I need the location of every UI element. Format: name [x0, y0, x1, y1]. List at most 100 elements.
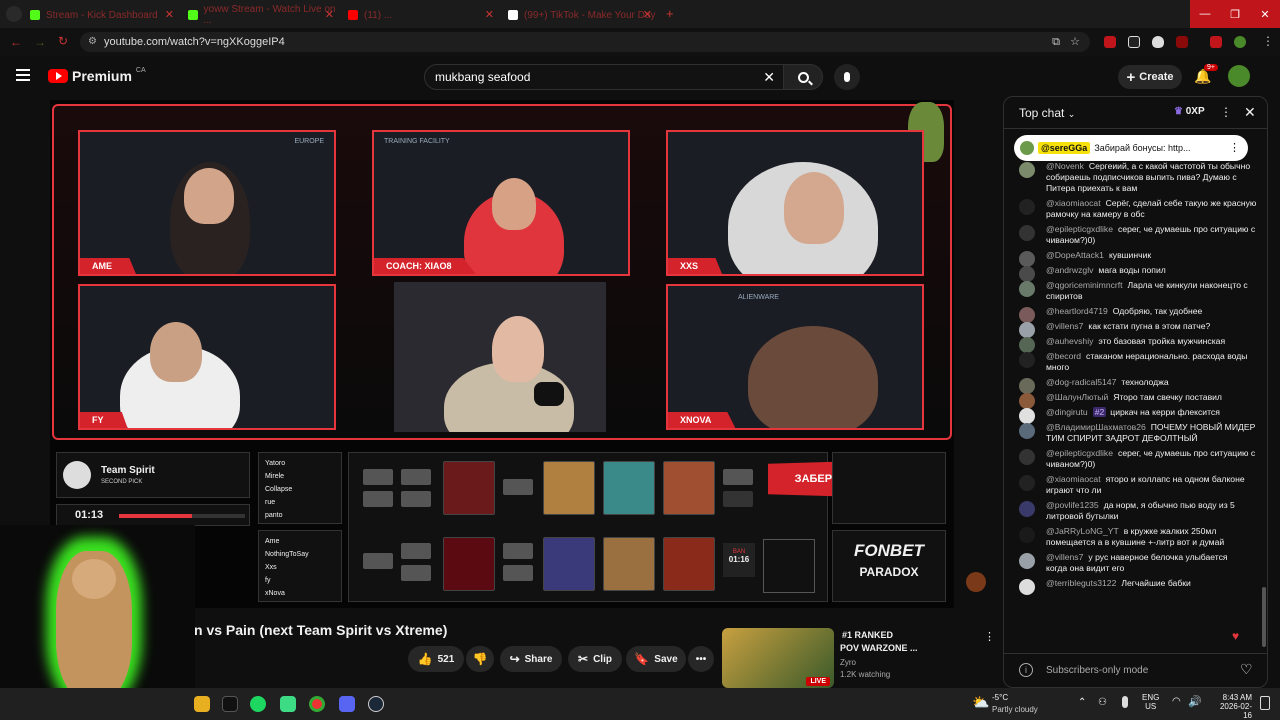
chat-message[interactable]: @povlife1235 да норм, я обычно пью воду и…: [1004, 498, 1267, 524]
tray-mic-icon[interactable]: [1122, 696, 1128, 708]
file-explorer-icon[interactable]: [194, 696, 210, 712]
chat-author[interactable]: @povlife1235: [1046, 500, 1099, 510]
steam-icon[interactable]: [368, 696, 384, 712]
chat-author[interactable]: @villens7: [1046, 552, 1083, 562]
voice-search-button[interactable]: [834, 64, 860, 90]
extension-icon-5[interactable]: [1210, 36, 1222, 48]
chat-author[interactable]: @auhevshiy: [1046, 336, 1093, 346]
address-bar[interactable]: ⚙ youtube.com/watch?v=ngXKoggeIP4 ⧉ ☆: [80, 32, 1090, 52]
points-badge[interactable]: ♛ 0XP: [1174, 106, 1205, 117]
chat-message[interactable]: @heartlord4719 Одобряю, так удобнее: [1004, 304, 1267, 323]
install-icon[interactable]: ⧉: [1052, 32, 1060, 52]
chat-message[interactable]: @villens7 у рус наверное белочка улыбаетс…: [1004, 550, 1267, 576]
clear-search-icon[interactable]: ✕: [763, 65, 775, 89]
chat-avatar[interactable]: [1019, 423, 1035, 439]
clip-button[interactable]: ✂ Clip: [568, 646, 622, 672]
chat-message[interactable]: @dog-radical5147 технолоджа: [1004, 375, 1267, 394]
more-actions-button[interactable]: •••: [688, 646, 714, 672]
rec-more-icon[interactable]: ⋮: [984, 630, 995, 643]
chat-author[interactable]: @becord: [1046, 351, 1081, 361]
chat-message[interactable]: @epilepticgxdlike серег, че думаешь про с…: [1004, 222, 1267, 248]
weather-icon[interactable]: ⛅: [972, 694, 989, 711]
chat-message[interactable]: @JaRRyLoNG_YT в кружке жалких 250мл помещ…: [1004, 524, 1267, 550]
chat-avatar[interactable]: [1019, 225, 1035, 241]
chat-message[interactable]: @xiaomiaocat ятоpo и коллапс на одном бал…: [1004, 472, 1267, 498]
browser-menu-icon[interactable]: [6, 6, 22, 22]
share-button[interactable]: ↪ Share: [500, 646, 562, 672]
chat-avatar[interactable]: [1019, 162, 1035, 178]
chat-avatar[interactable]: [1019, 553, 1035, 569]
info-icon[interactable]: i: [1019, 663, 1033, 677]
notification-center-icon[interactable]: [1260, 696, 1270, 710]
chat-message[interactable]: @qgoriceminimncrft Ларла че кинкули након…: [1004, 278, 1267, 304]
browser-tab-kick-stream[interactable]: yoww Stream - Watch Live on ... ✕: [188, 4, 340, 26]
chat-message[interactable]: @ШалунЛютый Ятоpo там свечку поставил: [1004, 390, 1267, 409]
browser-tab-kick-dashboard[interactable]: Stream - Kick Dashboard ✕: [30, 4, 180, 26]
maximize-button[interactable]: ❐: [1220, 0, 1250, 28]
wifi-icon[interactable]: ◠: [1172, 696, 1181, 707]
chat-message[interactable]: @becord стаканом нерационально. расхода в…: [1004, 349, 1267, 375]
chat-author[interactable]: @epilepticgxdlike: [1046, 448, 1113, 458]
chat-avatar[interactable]: [1019, 501, 1035, 517]
close-window-button[interactable]: ✕: [1250, 0, 1280, 28]
chrome-icon[interactable]: [309, 696, 325, 712]
tray-app-icon[interactable]: ⚇: [1098, 697, 1107, 708]
forward-icon[interactable]: →: [34, 35, 46, 49]
dislike-button[interactable]: 👎: [466, 646, 494, 672]
extension-icon-2[interactable]: [1128, 36, 1140, 48]
recommended-video[interactable]: LIVE #1 RANKED POV WARZONE ... Zyro 1.2K…: [722, 628, 995, 690]
chat-author[interactable]: @JaRRyLoNG_YT: [1046, 526, 1119, 536]
chat-author[interactable]: @villens7: [1046, 321, 1083, 331]
chat-author[interactable]: @heartlord4719: [1046, 306, 1108, 316]
tiktok-icon[interactable]: [222, 696, 238, 712]
chat-author[interactable]: @xiaomiaocat: [1046, 474, 1101, 484]
account-avatar[interactable]: [1228, 65, 1250, 87]
youtube-logo[interactable]: Premium CA: [48, 67, 146, 84]
chat-author[interactable]: @Novenk: [1046, 161, 1084, 171]
browser-tab-tiktok[interactable]: (99+) TikTok - Make Your Day ✕: [508, 4, 658, 26]
extension-icon-1[interactable]: [1104, 36, 1116, 48]
profile-avatar[interactable]: [1234, 36, 1246, 48]
site-info-icon[interactable]: ⚙: [88, 32, 97, 52]
search-input[interactable]: mukbang seafood ✕: [424, 64, 784, 90]
chat-author[interactable]: @xiaomiaocat: [1046, 198, 1101, 208]
chat-avatar[interactable]: [1019, 352, 1035, 368]
chat-avatar[interactable]: [1019, 527, 1035, 543]
chat-message[interactable]: @auhevshiy это базовая тройка мужчинская: [1004, 334, 1267, 353]
chat-author[interactable]: @DopeAttack1: [1046, 250, 1104, 260]
chat-message[interactable]: @dingirutu #2 циркач на керри флексится: [1004, 405, 1267, 424]
back-icon[interactable]: ←: [10, 35, 22, 49]
pinned-message[interactable]: @sereGGa Забирай бонусы: http... ⋮: [1014, 135, 1248, 161]
chat-message[interactable]: @ВладимирШахматов26 ПОЧЕМУ НОВЫЙ МИДЕР ТИ…: [1004, 420, 1267, 446]
chat-message[interactable]: @andrwzglv мага воды попил: [1004, 263, 1267, 282]
bookmark-star-icon[interactable]: ☆: [1070, 32, 1080, 52]
chat-more-icon[interactable]: ⋮: [1220, 105, 1232, 119]
chat-author[interactable]: @ВладимирШахматов26: [1046, 422, 1146, 432]
chat-avatar[interactable]: [1019, 281, 1035, 297]
chat-author[interactable]: @epilepticgxdlike: [1046, 224, 1113, 234]
search-button[interactable]: [783, 64, 823, 90]
spotify-icon[interactable]: [250, 696, 266, 712]
chat-author[interactable]: @dingirutu: [1046, 407, 1088, 417]
discord-icon[interactable]: [339, 696, 355, 712]
chat-author[interactable]: @andrwzglv: [1046, 265, 1093, 275]
pinned-more-icon[interactable]: ⋮: [1229, 141, 1240, 154]
chat-author[interactable]: @terribleguts3122: [1046, 578, 1116, 588]
chat-avatar[interactable]: [1019, 579, 1035, 595]
chat-avatar[interactable]: [1019, 449, 1035, 465]
chat-scrollbar[interactable]: [1262, 587, 1266, 647]
chat-message[interactable]: @villens7 как кстати пугна в этом патче?: [1004, 319, 1267, 338]
browser-tab-youtube[interactable]: (11) ... ✕: [348, 4, 500, 26]
chat-mode-dropdown[interactable]: Top chat ⌄: [1019, 106, 1075, 120]
like-button[interactable]: 👍 521: [408, 646, 464, 672]
language-indicator[interactable]: ENG US: [1142, 693, 1159, 711]
close-tab-icon[interactable]: ✕: [485, 8, 494, 21]
extension-icon-3[interactable]: [1152, 36, 1164, 48]
close-tab-icon[interactable]: ✕: [325, 8, 334, 21]
android-icon[interactable]: [280, 696, 296, 712]
close-chat-icon[interactable]: ✕: [1244, 104, 1256, 121]
hamburger-menu-icon[interactable]: [16, 69, 30, 81]
minimize-button[interactable]: —: [1190, 0, 1220, 28]
chat-avatar[interactable]: [1019, 475, 1035, 491]
new-tab-button[interactable]: +: [666, 6, 674, 21]
